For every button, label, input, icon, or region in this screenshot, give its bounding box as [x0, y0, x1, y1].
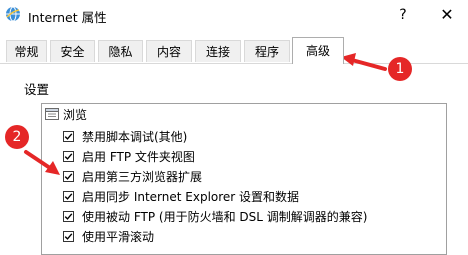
annotation-badge-2: 2: [5, 125, 29, 149]
tab-advanced[interactable]: 高级: [292, 37, 344, 64]
annotation-badge-1: 1: [388, 57, 412, 81]
annotation-arrows: [24, 53, 387, 175]
